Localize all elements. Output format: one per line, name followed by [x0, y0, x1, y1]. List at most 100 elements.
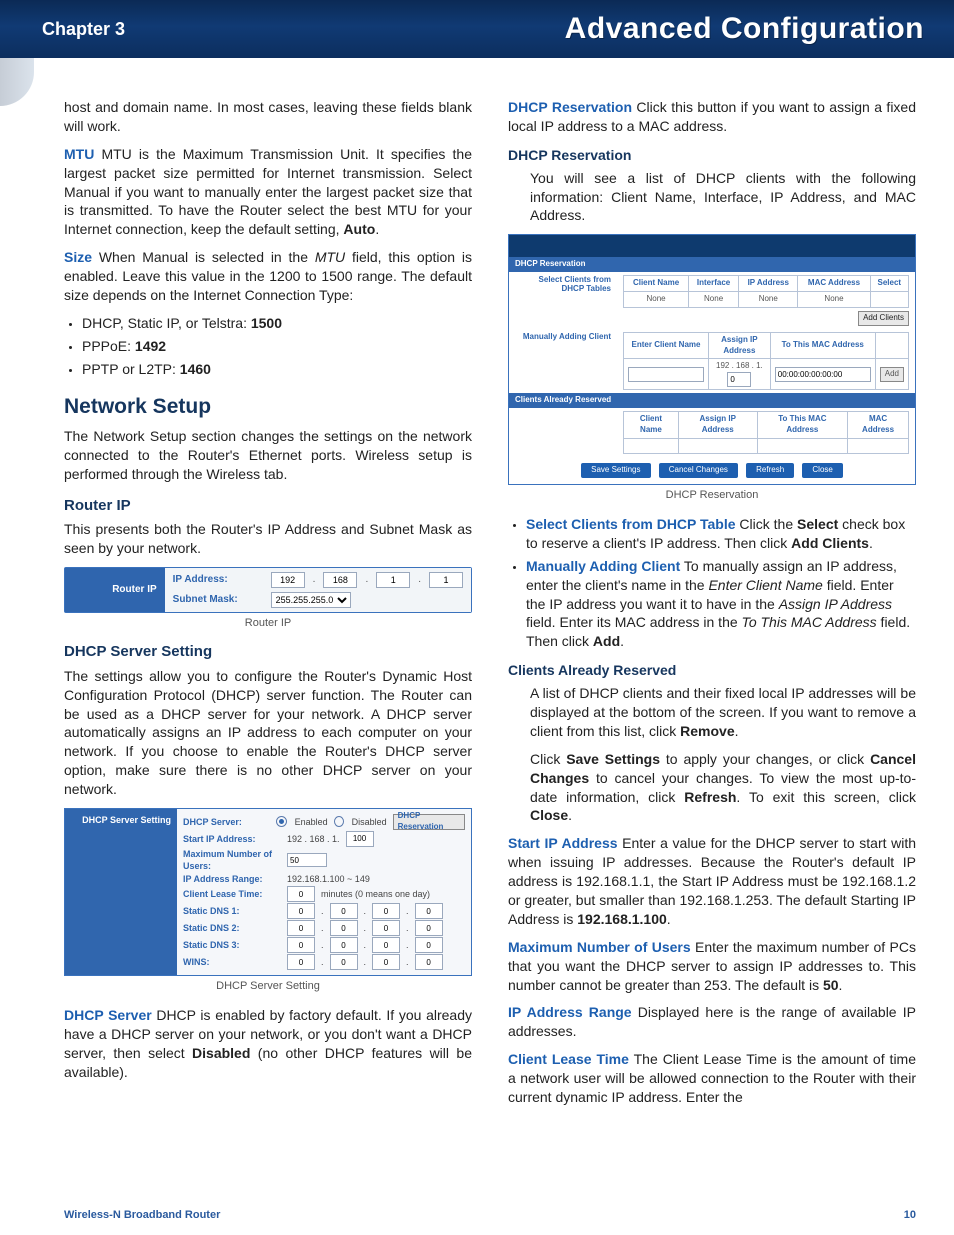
fig-side-label — [509, 408, 617, 457]
close-button[interactable]: Close — [802, 463, 842, 478]
footer-product: Wireless-N Broadband Router — [64, 1209, 220, 1221]
dns-octet-input[interactable] — [372, 903, 400, 919]
text-italic: To This MAC Address — [742, 614, 877, 630]
field-label: Maximum Number of Users: — [183, 848, 281, 872]
dhcp-clients-table: Client Name Interface IP Address MAC Add… — [623, 275, 909, 308]
para-dhcp-server: DHCP Server DHCP is enabled by factory d… — [64, 1006, 472, 1082]
lease-time-input[interactable] — [287, 886, 315, 902]
list-item: Select Clients from DHCP Table Click the… — [526, 515, 916, 553]
field-label: Static DNS 3: — [183, 939, 281, 951]
table-cell: None — [689, 291, 739, 307]
dns-octet-input[interactable] — [415, 903, 443, 919]
field-label: IP Address Range: — [183, 873, 281, 885]
text-bold: Auto — [343, 221, 375, 237]
add-button[interactable]: Add — [880, 367, 904, 382]
figure-dhcp-setting: DHCP Server Setting DHCP Server: Enabled… — [64, 808, 472, 976]
text: Disabled — [352, 816, 387, 828]
list-item: PPPoE: 1492 — [82, 337, 472, 356]
dns-octet-input[interactable] — [287, 920, 315, 936]
list-item: Manually Adding Client To manually assig… — [526, 557, 916, 651]
heading-dhcp-setting: DHCP Server Setting — [64, 642, 472, 662]
client-name-input[interactable] — [628, 367, 704, 382]
dns-octet-input[interactable] — [372, 937, 400, 953]
add-clients-button[interactable]: Add Clients — [858, 311, 909, 326]
dns-octet-input[interactable] — [415, 920, 443, 936]
text-bold: 1492 — [135, 338, 166, 354]
dns-octet-input[interactable] — [287, 903, 315, 919]
ip-octet-input[interactable] — [429, 572, 463, 588]
table-header: Assign IP Address — [709, 332, 771, 359]
text: 192 . 168 . 1. — [287, 833, 340, 845]
table-cell: None — [739, 291, 798, 307]
size-list: DHCP, Static IP, or Telstra: 1500 PPPoE:… — [64, 314, 472, 379]
table-header: Select — [870, 276, 908, 292]
dhcp-reservation-button[interactable]: DHCP Reservation — [393, 814, 465, 830]
para-mtu: MTU MTU is the Maximum Transmission Unit… — [64, 145, 472, 239]
save-settings-button[interactable]: Save Settings — [581, 463, 650, 478]
table-header: Client Name — [624, 411, 679, 438]
table-header: Interface — [689, 276, 739, 292]
text: . — [667, 911, 671, 927]
text-bold: 1460 — [180, 361, 211, 377]
table-header: MAC Address — [798, 276, 870, 292]
page-footer: Wireless-N Broadband Router 10 — [0, 1209, 954, 1221]
dns-octet-input[interactable] — [415, 937, 443, 953]
text-bold: Close — [530, 807, 568, 823]
term-select-clients: Select Clients from DHCP Table — [526, 516, 736, 532]
text-bold: Select — [797, 516, 838, 532]
dns-octet-input[interactable] — [287, 937, 315, 953]
para-max-users: Maximum Number of Users Enter the maximu… — [508, 938, 916, 995]
text-bold: 192.168.1.100 — [577, 911, 667, 927]
wins-octet-input[interactable] — [287, 954, 315, 970]
max-users-input[interactable] — [287, 853, 327, 867]
ip-octet-input[interactable] — [271, 572, 305, 588]
cancel-changes-button[interactable]: Cancel Changes — [659, 463, 738, 478]
text: minutes (0 means one day) — [321, 888, 430, 900]
subnet-mask-select[interactable]: 255.255.255.0 — [271, 592, 351, 608]
table-header: MAC Address — [848, 411, 909, 438]
manual-add-table: Enter Client Name Assign IP Address To T… — [623, 332, 909, 390]
dns-octet-input[interactable] — [330, 937, 358, 953]
text: . — [869, 535, 873, 551]
term-lease-time: Client Lease Time — [508, 1051, 629, 1067]
mac-address-input[interactable] — [775, 367, 871, 382]
text: When Manual is selected in the — [92, 249, 315, 265]
wins-octet-input[interactable] — [372, 954, 400, 970]
text: Click — [530, 751, 566, 767]
refresh-button[interactable]: Refresh — [746, 463, 794, 478]
field-label: IP Address: — [173, 573, 263, 587]
para-car-2: Click Save Settings to apply your change… — [508, 750, 916, 826]
para-size: Size When Manual is selected in the MTU … — [64, 248, 472, 305]
radio-disabled[interactable] — [334, 816, 344, 827]
start-ip-input[interactable] — [346, 831, 374, 847]
table-row: 192 . 168 . 1. Add — [624, 359, 909, 390]
ip-octet-input[interactable] — [323, 572, 357, 588]
para-ns-intro: The Network Setup section changes the se… — [64, 427, 472, 484]
list-item: DHCP, Static IP, or Telstra: 1500 — [82, 314, 472, 333]
text: Enabled — [295, 816, 328, 828]
text-bold: Remove — [680, 723, 734, 739]
list-item: PPTP or L2TP: 1460 — [82, 360, 472, 379]
field-label: DHCP Server: — [183, 816, 270, 828]
wins-octet-input[interactable] — [415, 954, 443, 970]
ip-octet-input[interactable] — [376, 572, 410, 588]
text-bold: Add — [593, 633, 620, 649]
term-dhcp-server: DHCP Server — [64, 1007, 152, 1023]
wins-octet-input[interactable] — [330, 954, 358, 970]
term-max-users: Maximum Number of Users — [508, 939, 691, 955]
dns-octet-input[interactable] — [330, 920, 358, 936]
radio-enabled[interactable] — [276, 816, 287, 827]
term-ip-range: IP Address Range — [508, 1004, 632, 1020]
chapter-header: Chapter 3 Advanced Configuration — [0, 0, 954, 58]
para-routerip: This presents both the Router's IP Addre… — [64, 520, 472, 558]
dns-octet-input[interactable] — [330, 903, 358, 919]
heading-clients-reserved: Clients Already Reserved — [508, 661, 916, 680]
table-header: Assign IP Address — [678, 411, 757, 438]
table-cell: None — [798, 291, 870, 307]
dns-octet-input[interactable] — [372, 920, 400, 936]
text: 192.168.1.100 ~ 149 — [287, 873, 370, 885]
assign-ip-input[interactable] — [727, 372, 751, 387]
fig-side-label: Manually Adding Client — [509, 329, 617, 393]
field-label: WINS: — [183, 956, 281, 968]
field-label: Client Lease Time: — [183, 888, 281, 900]
